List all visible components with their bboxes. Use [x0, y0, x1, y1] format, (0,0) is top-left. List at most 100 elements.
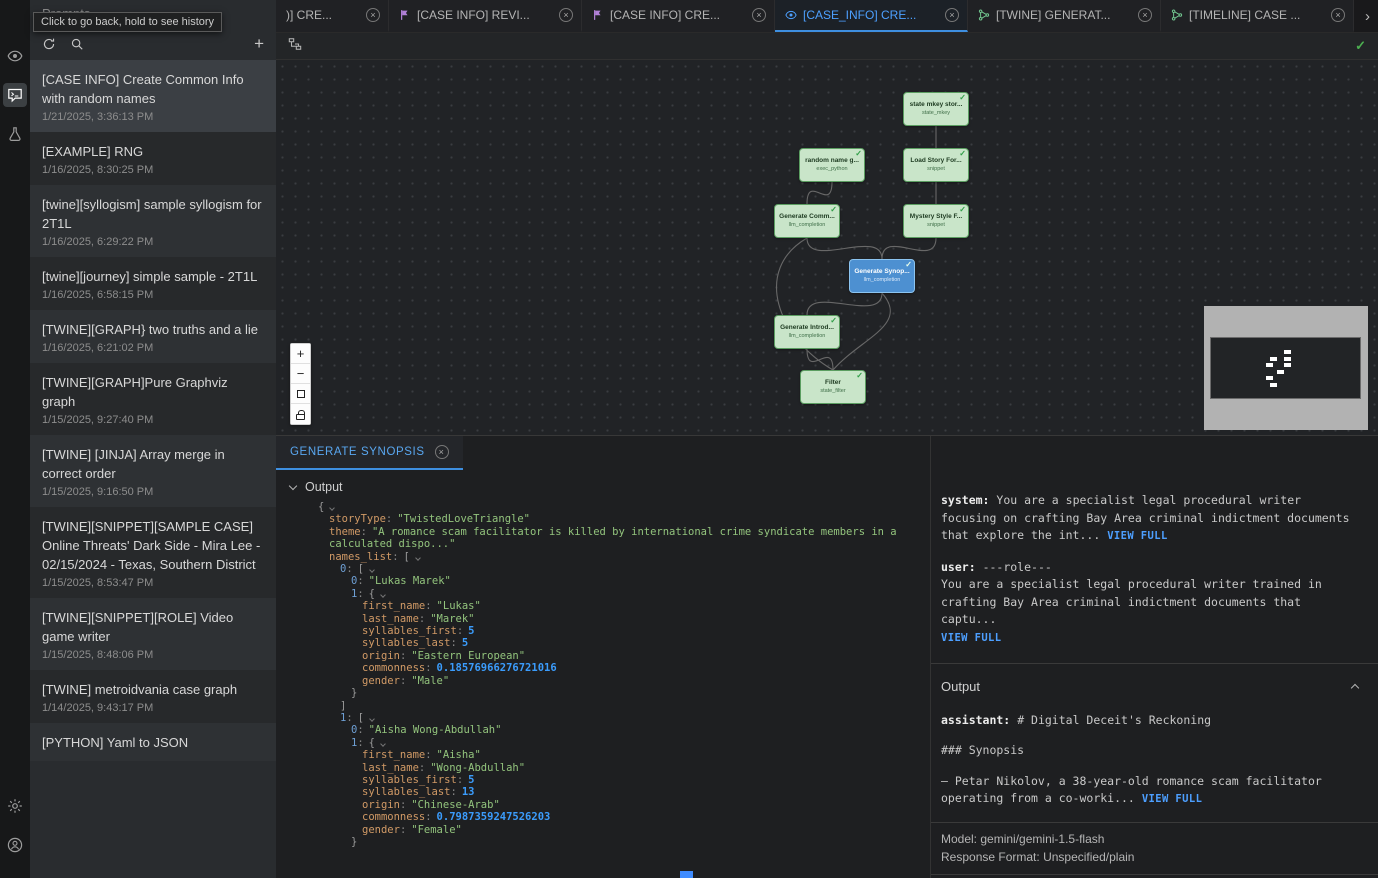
prompt-title: [PYTHON] Yaml to JSON: [42, 733, 264, 752]
user-message: user: ---role--- You are a specialist le…: [941, 559, 1362, 648]
collapse-caret-icon[interactable]: [415, 555, 421, 561]
panel-resize-handle[interactable]: [680, 871, 693, 878]
add-prompt-button[interactable]: +: [254, 36, 264, 52]
json-line: }: [318, 836, 920, 848]
node-title: Mystery Style F...: [908, 212, 964, 221]
minimap-node: [1284, 350, 1291, 354]
json-line[interactable]: 0:[: [318, 563, 920, 575]
prompt-list-item[interactable]: [TWINE][GRAPH]Pure Graphviz graph1/15/20…: [30, 363, 276, 435]
prompt-list-item[interactable]: [TWINE] metroidvania case graph1/14/2025…: [30, 670, 276, 723]
format-value: Unspecified/plain: [1043, 850, 1134, 864]
main-area: )] CRE...×[CASE INFO] REVI...×[CASE INFO…: [276, 0, 1378, 878]
editor-tab[interactable]: [CASE INFO] CRE...×: [582, 0, 775, 32]
json-line: syllables_last:13: [318, 786, 920, 798]
flow-node[interactable]: Mystery Style F...snippet✓: [903, 204, 969, 238]
fit-view-button[interactable]: [291, 384, 310, 404]
json-line: commonness:0.18576966276721016: [318, 662, 920, 674]
close-icon[interactable]: ×: [945, 8, 959, 22]
flow-node[interactable]: Generate Introd...llm_completion✓: [774, 315, 840, 349]
editor-tab[interactable]: )] CRE...×: [276, 0, 389, 32]
prompt-list-item[interactable]: [twine][journey] simple sample - 2T1L1/1…: [30, 257, 276, 310]
prompt-timestamp: 1/16/2025, 6:29:22 PM: [42, 236, 264, 248]
json-line[interactable]: names_list:[: [318, 551, 920, 563]
zoom-in-button[interactable]: +: [291, 344, 310, 364]
flag-icon: [399, 9, 411, 21]
prompt-list-item[interactable]: [TWINE] [JINJA] Array merge in correct o…: [30, 435, 276, 507]
output-section-toggle[interactable]: Output: [276, 480, 930, 494]
collapse-caret-icon[interactable]: [329, 505, 335, 511]
close-icon[interactable]: ×: [366, 8, 380, 22]
tab-overflow-chevron-icon[interactable]: ›: [1354, 0, 1378, 32]
output-section-title: Output: [941, 678, 980, 696]
json-line[interactable]: 1:[: [318, 712, 920, 724]
prompt-title: [TWINE] metroidvania case graph: [42, 680, 264, 699]
flow-node[interactable]: Load Story For...snippet✓: [903, 148, 969, 182]
close-icon[interactable]: ×: [435, 445, 449, 459]
editor-tab[interactable]: [CASE INFO] REVI...×: [389, 0, 582, 32]
account-icon[interactable]: [3, 833, 27, 857]
view-full-link[interactable]: VIEW FULL: [1142, 793, 1203, 805]
prompt-title: [TWINE][GRAPH]Pure Graphviz graph: [42, 373, 264, 411]
prompt-list-item[interactable]: [CASE INFO] Create Common Info with rand…: [30, 60, 276, 132]
collapse-caret-icon[interactable]: [369, 567, 375, 573]
prompt-timestamp: 1/21/2025, 3:36:13 PM: [42, 111, 264, 123]
prompt-list-item[interactable]: [PYTHON] Yaml to JSON: [30, 723, 276, 761]
editor-tab[interactable]: [TIMELINE] CASE ...×: [1161, 0, 1354, 32]
node-success-check-icon: ✓: [855, 149, 862, 158]
prompt-timestamp: 1/15/2025, 9:16:50 PM: [42, 486, 264, 498]
collapse-caret-icon[interactable]: [369, 716, 375, 722]
flow-node[interactable]: Generate Synop...llm_completion✓: [849, 259, 915, 293]
prompt-list-item[interactable]: [TWINE][SNIPPET][SAMPLE CASE] Online Thr…: [30, 507, 276, 598]
json-line: 0:"Lukas Marek": [318, 575, 920, 587]
flow-node[interactable]: random name g...exec_python✓: [799, 148, 865, 182]
panel-tab-bar: GENERATE SYNOPSIS ×: [276, 436, 930, 470]
tab-generate-synopsis[interactable]: GENERATE SYNOPSIS ×: [276, 436, 463, 470]
json-line[interactable]: 1:{: [318, 737, 920, 749]
prompt-list: [CASE INFO] Create Common Info with rand…: [30, 60, 276, 878]
eye-icon[interactable]: [3, 44, 27, 68]
prompt-list-item[interactable]: [EXAMPLE] RNG1/16/2025, 8:30:25 PM: [30, 132, 276, 185]
flow-node[interactable]: Filterstate_filter✓: [800, 370, 866, 404]
view-full-link[interactable]: VIEW FULL: [941, 632, 1002, 644]
prompt-title: [EXAMPLE] RNG: [42, 142, 264, 161]
prompt-timestamp: 1/15/2025, 8:48:06 PM: [42, 649, 264, 661]
minimap[interactable]: [1204, 306, 1368, 430]
chevron-up-icon: [1351, 684, 1359, 692]
flow-node[interactable]: Generate Comm...llm_completion✓: [774, 204, 840, 238]
close-icon[interactable]: ×: [1331, 8, 1345, 22]
prompt-list-item[interactable]: [twine][syllogism] sample syllogism for …: [30, 185, 276, 257]
close-icon[interactable]: ×: [559, 8, 573, 22]
output-section-header[interactable]: Output: [941, 678, 1362, 696]
json-line: 0:"Aisha Wong-Abdullah": [318, 724, 920, 736]
json-line[interactable]: {: [318, 501, 920, 513]
editor-tab[interactable]: [CASE_INFO] CRE...×: [775, 0, 968, 32]
close-icon[interactable]: ×: [752, 8, 766, 22]
close-icon[interactable]: ×: [1138, 8, 1152, 22]
gear-icon[interactable]: [3, 794, 27, 818]
flow-canvas[interactable]: + − state mkey stor...state_mkey✓random …: [276, 60, 1378, 435]
prompt-timestamp: 1/16/2025, 6:21:02 PM: [42, 342, 264, 354]
activity-bar-bottom: [3, 794, 27, 878]
node-success-check-icon: ✓: [959, 205, 966, 214]
prompt-list-item[interactable]: [TWINE][SNIPPET][ROLE] Video game writer…: [30, 598, 276, 670]
refresh-icon[interactable]: [42, 37, 56, 51]
search-icon[interactable]: [70, 37, 84, 51]
collapse-caret-icon[interactable]: [380, 592, 386, 598]
lock-icon: [296, 414, 305, 420]
json-line: ]: [318, 700, 920, 712]
model-row: Model: gemini/gemini-1.5-flash: [941, 830, 1368, 848]
prompt-list-item[interactable]: [TWINE][GRAPH} two truths and a lie1/16/…: [30, 310, 276, 363]
json-line: syllables_first:5: [318, 774, 920, 786]
zoom-out-button[interactable]: −: [291, 364, 310, 384]
view-full-link[interactable]: VIEW FULL: [1107, 530, 1168, 542]
prompt-icon[interactable]: [3, 83, 27, 107]
flow-node[interactable]: state mkey stor...state_mkey✓: [903, 92, 969, 126]
json-line: theme:"A romance scam facilitator is kil…: [318, 526, 920, 551]
json-line: last_name:"Marek": [318, 613, 920, 625]
flask-icon[interactable]: [3, 122, 27, 146]
lock-button[interactable]: [291, 404, 310, 424]
json-line[interactable]: 1:{: [318, 588, 920, 600]
graph-layout-icon[interactable]: [288, 37, 302, 56]
editor-tab[interactable]: [TWINE] GENERAT...×: [968, 0, 1161, 32]
collapse-caret-icon[interactable]: [380, 741, 386, 747]
